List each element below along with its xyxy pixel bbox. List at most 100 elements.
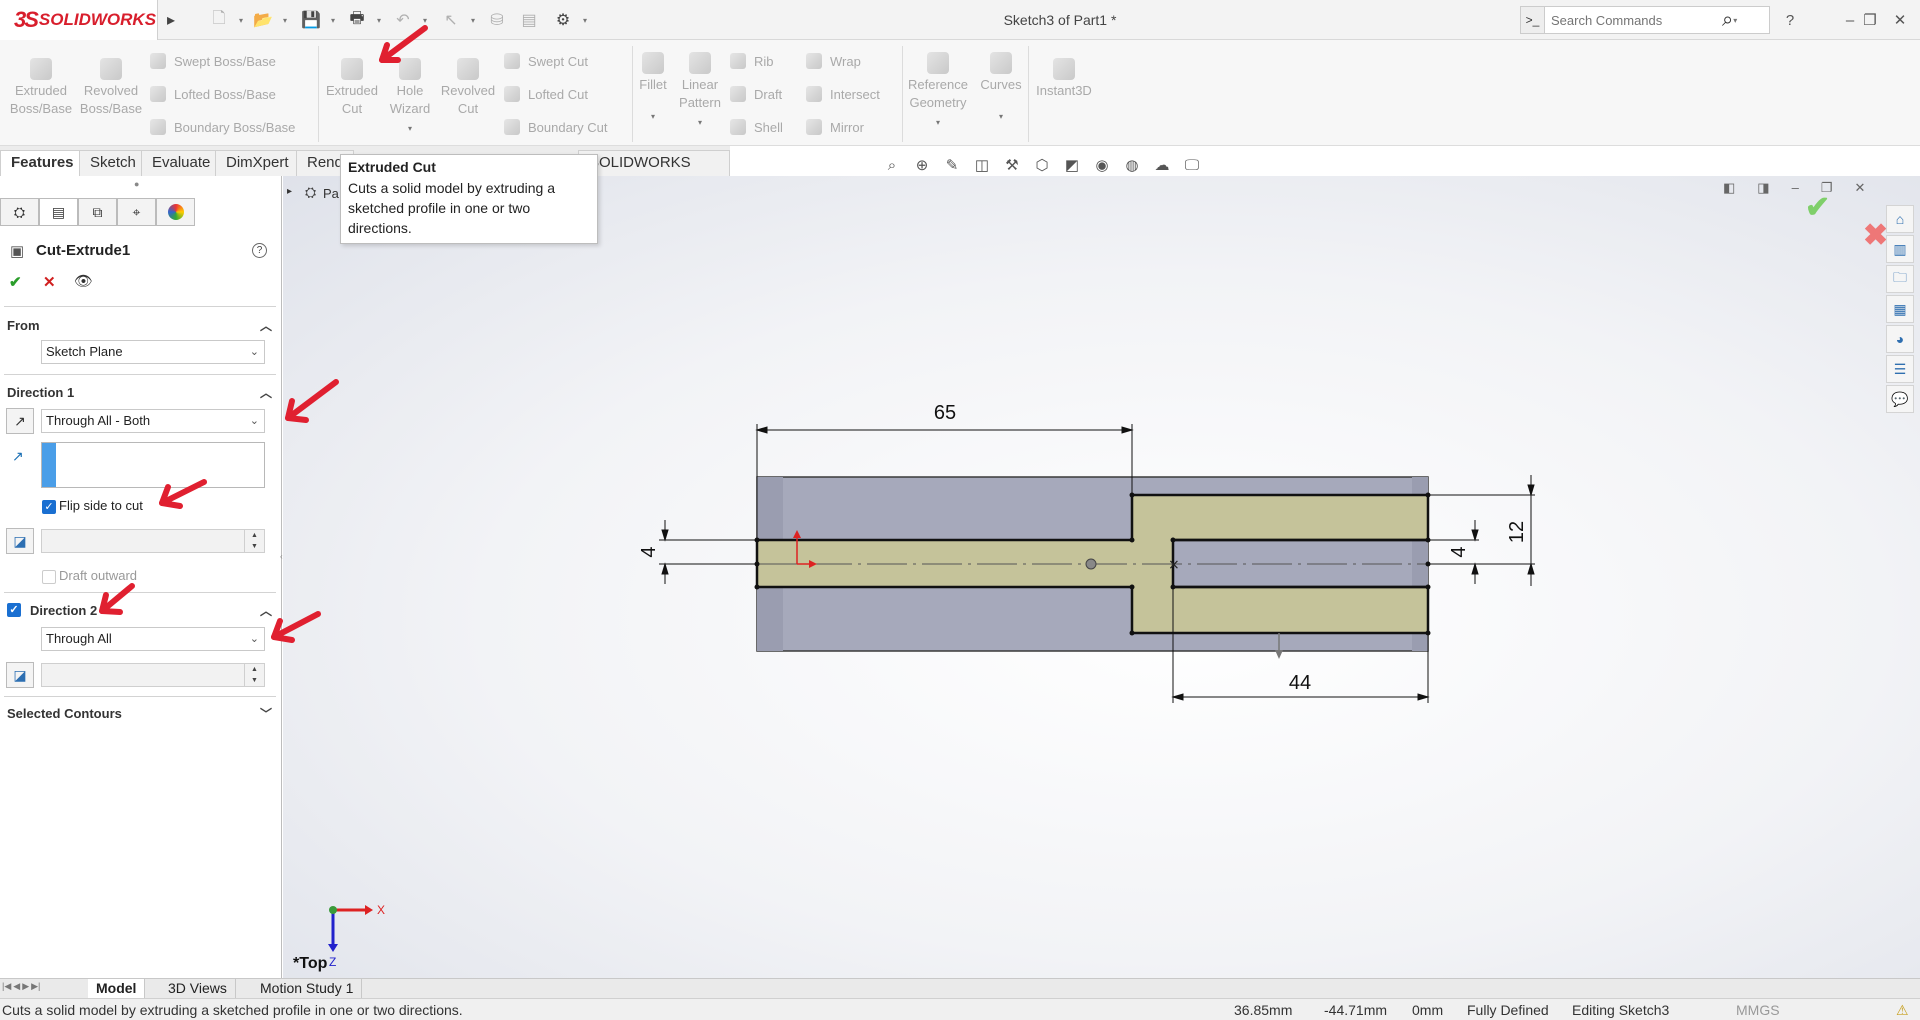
display-style-icon[interactable]: ◩ bbox=[1060, 156, 1084, 174]
first-tab-icon[interactable]: |◀ bbox=[2, 981, 11, 992]
dimension-65-label[interactable]: 65 bbox=[934, 402, 956, 424]
feature-manager-tab-icon[interactable]: ⛭ bbox=[0, 198, 39, 226]
view-orientation-icon[interactable]: ⬡ bbox=[1030, 156, 1054, 174]
fillet-dropdown-icon[interactable]: ▾ bbox=[651, 112, 655, 121]
tab-solidworks-mbd[interactable]: SOLIDWORKS MBD bbox=[578, 150, 730, 195]
configuration-manager-tab-icon[interactable]: ⧉ bbox=[78, 198, 117, 226]
previous-view-icon[interactable]: ✎ bbox=[940, 156, 964, 174]
from-section-header[interactable]: From ︿ bbox=[0, 312, 280, 338]
flip-side-checkbox[interactable]: ✓ Flip side to cut bbox=[42, 498, 143, 514]
appearances-icon[interactable]: ◕ bbox=[1886, 325, 1914, 353]
tab-evaluate[interactable]: Evaluate bbox=[141, 150, 222, 176]
reverse-direction1-icon[interactable]: ↗ bbox=[6, 408, 34, 434]
file-explorer-icon[interactable]: 🗀 bbox=[1886, 265, 1914, 293]
hole-wizard-button[interactable]: Hole Wizard ▾ bbox=[380, 58, 440, 138]
last-tab-icon[interactable]: ▶| bbox=[31, 981, 40, 992]
draft-outward-checkbox[interactable]: Draft outward bbox=[42, 568, 137, 584]
prev-tab-icon[interactable]: ◀ bbox=[13, 981, 20, 992]
linear-pattern-button[interactable]: Linear Pattern ▾ bbox=[676, 52, 724, 132]
dynamic-annotation-icon[interactable]: ⚒ bbox=[1000, 156, 1024, 174]
draft-angle-spinner[interactable]: ▲ ▼ bbox=[41, 529, 265, 553]
hole-wizard-dropdown-icon[interactable]: ▾ bbox=[408, 124, 412, 133]
edit-appearance-icon[interactable]: ◍ bbox=[1120, 156, 1144, 174]
direction-vector-selection-box[interactable] bbox=[41, 442, 265, 488]
options-dropdown-icon[interactable]: ▾ bbox=[574, 8, 596, 32]
undo-icon[interactable]: ↶ bbox=[392, 8, 414, 32]
curves-dropdown-icon[interactable]: ▾ bbox=[999, 112, 1003, 121]
section-view-icon[interactable]: ◫ bbox=[970, 156, 994, 174]
checkbox-checked-icon[interactable]: ✓ bbox=[42, 499, 56, 514]
revolved-boss-button[interactable]: Revolved Boss/Base bbox=[78, 58, 144, 118]
collapse-chevron-icon[interactable]: ︿ bbox=[260, 317, 272, 334]
dimension-left-4-label[interactable]: 4 bbox=[638, 546, 660, 557]
direction2-section-header[interactable]: ✓ Direction 2 ︿ bbox=[0, 597, 280, 623]
dimension-12-label[interactable]: 12 bbox=[1506, 521, 1528, 543]
revolved-cut-button[interactable]: Revolved Cut bbox=[438, 58, 498, 118]
print-icon[interactable]: 🖶 bbox=[346, 8, 368, 32]
zoom-to-area-icon[interactable]: ⊕ bbox=[910, 156, 934, 174]
rebuild-status-icon[interactable]: ⚠ bbox=[1896, 1002, 1909, 1019]
curves-button[interactable]: Curves ▾ bbox=[978, 52, 1024, 140]
cancel-x-icon[interactable]: ✕ bbox=[43, 273, 56, 291]
open-dropdown-icon[interactable]: ▾ bbox=[274, 8, 296, 32]
collapse-chevron-icon[interactable]: ︿ bbox=[260, 384, 272, 401]
open-icon[interactable]: 📂 bbox=[252, 8, 274, 32]
ok-check-icon[interactable]: ✔ bbox=[9, 273, 22, 291]
selected-contours-section-header[interactable]: Selected Contours ﹀ bbox=[0, 700, 280, 726]
boundary-boss-button[interactable]: Boundary Boss/Base bbox=[150, 119, 295, 135]
sketch-point[interactable] bbox=[1085, 558, 1097, 570]
select-icon[interactable]: ↖ bbox=[440, 8, 462, 32]
direction2-draft-icon[interactable]: ◪ bbox=[6, 662, 34, 688]
spinner-arrows-icon[interactable]: ▲ ▼ bbox=[244, 530, 264, 552]
design-library-icon[interactable]: ▥ bbox=[1886, 235, 1914, 263]
fillet-button[interactable]: Fillet ▾ bbox=[636, 52, 670, 140]
save-dropdown-icon[interactable]: ▾ bbox=[322, 8, 344, 32]
direction1-section-header[interactable]: Direction 1 ︿ bbox=[0, 379, 280, 405]
new-dropdown-icon[interactable]: ▾ bbox=[230, 8, 252, 32]
dimension-left-4[interactable] bbox=[659, 520, 755, 584]
help-icon[interactable]: ? bbox=[252, 243, 267, 258]
solidworks-logo[interactable]: 3S SOLIDWORKS bbox=[0, 0, 158, 40]
tab-features[interactable]: Features bbox=[0, 150, 85, 176]
panel-splitter-handle[interactable]: ● bbox=[134, 179, 139, 189]
preview-eye-icon[interactable]: 👁 bbox=[74, 272, 93, 290]
expand-chevron-icon[interactable]: ﹀ bbox=[260, 705, 272, 722]
reference-geometry-button[interactable]: Reference Geometry ▾ bbox=[904, 52, 972, 132]
swept-cut-button[interactable]: Swept Cut bbox=[504, 53, 588, 69]
tab-motion-study[interactable]: Motion Study 1 bbox=[252, 979, 363, 999]
checkbox-unchecked-icon[interactable] bbox=[42, 569, 56, 584]
tab-sketch[interactable]: Sketch bbox=[79, 150, 147, 176]
reference-geometry-dropdown-icon[interactable]: ▾ bbox=[936, 118, 940, 127]
direction2-checkbox-icon[interactable]: ✓ bbox=[7, 603, 21, 617]
mirror-button[interactable]: Mirror bbox=[806, 119, 864, 135]
spinner-arrows-icon[interactable]: ▲ ▼ bbox=[244, 664, 264, 686]
apply-scene-icon[interactable]: ☁ bbox=[1150, 156, 1174, 174]
direction2-spinner[interactable]: ▲ ▼ bbox=[41, 663, 265, 687]
boundary-cut-button[interactable]: Boundary Cut bbox=[504, 119, 608, 135]
print-dropdown-icon[interactable]: ▾ bbox=[368, 8, 390, 32]
new-document-icon[interactable]: 🗋 bbox=[208, 8, 230, 32]
collapse-chevron-icon[interactable]: ︿ bbox=[260, 602, 272, 619]
direction2-end-condition-dropdown[interactable]: Through All ⌄ bbox=[41, 627, 265, 651]
dimxpert-manager-tab-icon[interactable]: ⌖ bbox=[117, 198, 156, 226]
save-icon[interactable]: 💾 bbox=[300, 8, 322, 32]
options-gear-icon[interactable]: ⚙ bbox=[552, 8, 574, 32]
select-dropdown-icon[interactable]: ▾ bbox=[462, 8, 484, 32]
tab-model[interactable]: Model bbox=[88, 979, 146, 999]
lofted-cut-button[interactable]: Lofted Cut bbox=[504, 86, 588, 102]
tab-3d-views[interactable]: 3D Views bbox=[160, 979, 236, 999]
extruded-cut-button[interactable]: Extruded Cut bbox=[322, 58, 382, 118]
search-icon[interactable]: ⌕ bbox=[1722, 9, 1733, 32]
pattern-dropdown-icon[interactable]: ▾ bbox=[698, 118, 702, 127]
swept-boss-button[interactable]: Swept Boss/Base bbox=[150, 53, 276, 69]
close-button[interactable]: ✕ bbox=[1888, 8, 1912, 32]
search-input[interactable] bbox=[1545, 12, 1720, 28]
display-manager-tab-icon[interactable] bbox=[156, 198, 195, 226]
direction1-end-condition-dropdown[interactable]: Through All - Both ⌄ bbox=[41, 409, 265, 433]
intersect-button[interactable]: Intersect bbox=[806, 86, 880, 102]
home-icon[interactable]: ⌂ bbox=[1886, 205, 1914, 233]
search-commands-box[interactable]: >_ ⌕ ▾ bbox=[1520, 6, 1770, 34]
draft-button[interactable]: Draft bbox=[730, 86, 782, 102]
wrap-button[interactable]: Wrap bbox=[806, 53, 861, 69]
shell-button[interactable]: Shell bbox=[730, 119, 783, 135]
